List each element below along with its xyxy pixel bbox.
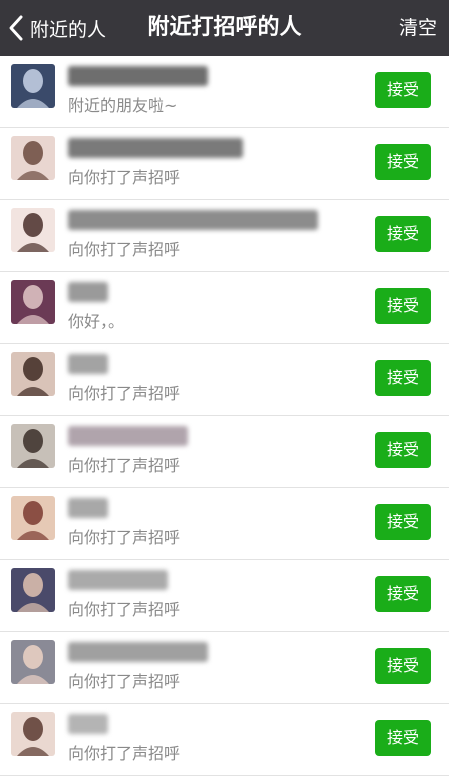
request-row[interactable]: 向你打了声招呼 接受 <box>0 344 449 416</box>
accept-button[interactable]: 接受 <box>375 216 431 252</box>
accept-button[interactable]: 接受 <box>375 360 431 396</box>
avatar[interactable] <box>11 352 55 396</box>
accept-button[interactable]: 接受 <box>375 720 431 756</box>
avatar[interactable] <box>11 640 55 684</box>
avatar[interactable] <box>11 424 55 468</box>
request-row[interactable]: 附近的朋友啦~ 接受 <box>0 56 449 128</box>
accept-button[interactable]: 接受 <box>375 144 431 180</box>
back-button[interactable]: 附近的人 <box>8 0 106 56</box>
accept-button[interactable]: 接受 <box>375 432 431 468</box>
greeting-message: 向你打了声招呼 <box>68 384 181 403</box>
blurred-nickname <box>68 138 243 158</box>
request-row[interactable]: 你好，。 接受 <box>0 272 449 344</box>
blurred-nickname <box>68 714 108 734</box>
blurred-nickname <box>68 426 188 446</box>
chevron-left-icon <box>8 13 28 43</box>
avatar[interactable] <box>11 712 55 756</box>
request-row[interactable]: 向你打了声招呼 接受 <box>0 488 449 560</box>
avatar[interactable] <box>11 496 55 540</box>
request-row[interactable]: 向你打了声招呼 接受 <box>0 200 449 272</box>
avatar[interactable] <box>11 280 55 324</box>
greeting-message: 向你打了声招呼 <box>68 672 181 691</box>
blurred-nickname <box>68 282 108 302</box>
greeting-message: 附近的朋友啦~ <box>68 96 178 115</box>
accept-button[interactable]: 接受 <box>375 648 431 684</box>
accept-button[interactable]: 接受 <box>375 576 431 612</box>
blurred-nickname <box>68 498 108 518</box>
greeting-message: 向你打了声招呼 <box>68 600 181 619</box>
greeting-message: 你好，。 <box>68 312 125 331</box>
blurred-nickname <box>68 210 318 230</box>
request-row[interactable]: 向你打了声招呼 接受 <box>0 704 449 776</box>
blurred-nickname <box>68 642 208 662</box>
blurred-nickname <box>68 570 168 590</box>
avatar[interactable] <box>11 208 55 252</box>
blurred-nickname <box>68 354 108 374</box>
request-row[interactable]: 向你打了声招呼 接受 <box>0 632 449 704</box>
greeting-message: 向你打了声招呼 <box>68 744 181 763</box>
avatar[interactable] <box>11 64 55 108</box>
avatar[interactable] <box>11 136 55 180</box>
greeting-list: 附近的朋友啦~ 接受 向你打了声招呼 接受 向你打了声招呼 接受 你好，。 接受 向你打了声招呼… <box>0 56 449 776</box>
nav-bar: 附近的人 附近打招呼的人 清空 <box>0 0 449 56</box>
request-row[interactable]: 向你打了声招呼 接受 <box>0 560 449 632</box>
greeting-message: 向你打了声招呼 <box>68 168 181 187</box>
request-row[interactable]: 向你打了声招呼 接受 <box>0 416 449 488</box>
request-row[interactable]: 向你打了声招呼 接受 <box>0 128 449 200</box>
blurred-nickname <box>68 66 208 86</box>
greeting-message: 向你打了声招呼 <box>68 456 181 475</box>
back-label: 附近的人 <box>30 18 107 41</box>
greeting-message: 向你打了声招呼 <box>68 528 181 547</box>
clear-button[interactable]: 清空 <box>399 0 437 56</box>
accept-button[interactable]: 接受 <box>375 72 431 108</box>
accept-button[interactable]: 接受 <box>375 504 431 540</box>
accept-button[interactable]: 接受 <box>375 288 431 324</box>
avatar[interactable] <box>11 568 55 612</box>
greeting-message: 向你打了声招呼 <box>68 240 181 259</box>
